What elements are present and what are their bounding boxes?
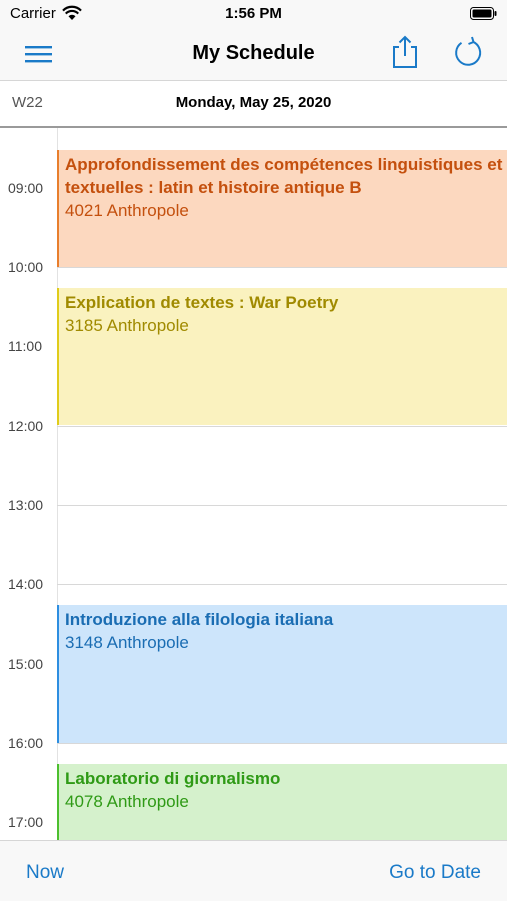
hour-label: 11:00 [8, 338, 54, 354]
hour-gridline [57, 426, 507, 427]
event-room: 3148 Anthropole [65, 633, 189, 652]
event-title: Approfondissement des compétences lingui… [65, 155, 503, 197]
navigation-bar: My Schedule [0, 28, 507, 81]
hour-gridline [57, 743, 507, 744]
share-icon[interactable] [390, 34, 420, 70]
event-title: Explication de textes : War Poetry [65, 293, 339, 312]
status-bar: Carrier 1:56 PM [0, 0, 507, 28]
current-date: Monday, May 25, 2020 [175, 94, 332, 111]
go-to-date-button[interactable]: Go to Date [389, 862, 481, 884]
hour-label: 12:00 [8, 418, 54, 434]
event-room: 3185 Anthropole [65, 316, 189, 335]
event-card[interactable]: Explication de textes : War Poetry 3185 … [57, 288, 507, 425]
hour-gridline [57, 584, 507, 585]
hour-label: 09:00 [8, 180, 54, 196]
clock: 1:56 PM [225, 5, 282, 22]
event-title: Laboratorio di giornalismo [65, 769, 281, 788]
event-card[interactable]: Laboratorio di giornalismo 4078 Anthropo… [57, 764, 507, 840]
hour-gridline [57, 267, 507, 268]
hour-label: 16:00 [8, 735, 54, 751]
hour-label: 15:00 [8, 656, 54, 672]
hour-gridline [57, 505, 507, 506]
bottom-toolbar: Now Go to Date [0, 840, 507, 901]
event-card[interactable]: Introduzione alla filologia italiana 314… [57, 605, 507, 743]
day-timeline[interactable]: 09:00 10:00 11:00 12:00 13:00 14:00 15:0… [0, 128, 507, 840]
event-card[interactable]: Approfondissement des compétences lingui… [57, 150, 507, 267]
hour-label: 10:00 [8, 259, 54, 275]
now-button[interactable]: Now [26, 862, 64, 884]
hour-label: 14:00 [8, 576, 54, 592]
event-room: 4021 Anthropole [65, 201, 189, 220]
hour-label: 13:00 [8, 497, 54, 513]
refresh-icon[interactable] [452, 36, 486, 70]
page-title: My Schedule [192, 42, 315, 64]
event-title: Introduzione alla filologia italiana [65, 610, 334, 629]
event-room: 4078 Anthropole [65, 792, 189, 811]
hour-label: 17:00 [8, 814, 54, 830]
date-header: W22 Monday, May 25, 2020 [0, 81, 507, 128]
battery-icon [470, 7, 497, 20]
